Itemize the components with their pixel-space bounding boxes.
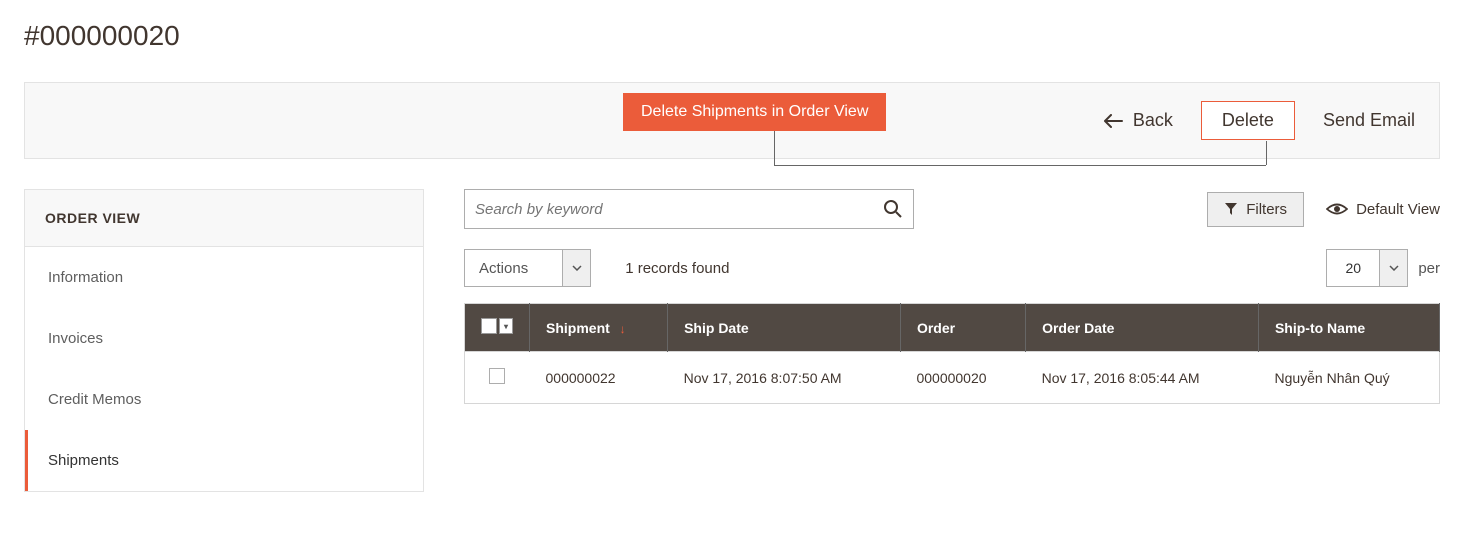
- row-checkbox-cell[interactable]: [465, 352, 530, 404]
- content: Filters Default View Actions: [464, 189, 1440, 492]
- cell-shipment: 000000022: [530, 352, 668, 404]
- funnel-icon: [1224, 202, 1238, 216]
- header-shipment-label: Shipment: [546, 320, 610, 336]
- back-button[interactable]: Back: [1103, 110, 1173, 131]
- sidebar-item-credit-memos[interactable]: Credit Memos: [25, 369, 423, 430]
- delete-button[interactable]: Delete: [1201, 101, 1295, 140]
- arrow-left-icon: [1103, 114, 1123, 128]
- sidebar-title: ORDER VIEW: [25, 190, 423, 247]
- caret-down-icon[interactable]: [1379, 250, 1407, 286]
- table-header-row: ▾ Shipment ↓ Ship Date Order Order Date …: [465, 304, 1440, 352]
- table-row[interactable]: 000000022 Nov 17, 2016 8:07:50 AM 000000…: [465, 352, 1440, 404]
- header-order[interactable]: Order: [900, 304, 1025, 352]
- annotation-badge: Delete Shipments in Order View: [623, 93, 886, 131]
- action-bar: Delete Shipments in Order View Back Dele…: [24, 82, 1440, 159]
- annotation-connector: [774, 131, 775, 165]
- page-size-value: 20: [1327, 250, 1379, 286]
- sidebar-item-information[interactable]: Information: [25, 247, 423, 308]
- actions-label: Actions: [465, 260, 562, 277]
- header-order-date[interactable]: Order Date: [1026, 304, 1259, 352]
- annotation-connector: [1266, 141, 1267, 165]
- page-size-select[interactable]: 20: [1326, 249, 1408, 287]
- sidebar-item-invoices[interactable]: Invoices: [25, 308, 423, 369]
- header-ship-date[interactable]: Ship Date: [668, 304, 901, 352]
- records-found: 1 records found: [625, 260, 729, 277]
- actions-dropdown[interactable]: Actions: [464, 249, 591, 287]
- page-title: #000000020: [24, 20, 1440, 52]
- sidebar-item-shipments[interactable]: Shipments: [25, 430, 423, 491]
- cell-order-date: Nov 17, 2016 8:05:44 AM: [1026, 352, 1259, 404]
- checkbox-icon[interactable]: [489, 368, 505, 384]
- default-view-label: Default View: [1356, 201, 1440, 218]
- default-view-button[interactable]: Default View: [1326, 201, 1440, 218]
- caret-down-icon[interactable]: ▾: [499, 318, 513, 334]
- header-shipment[interactable]: Shipment ↓: [530, 304, 668, 352]
- cell-ship-to-name: Nguyễn Nhân Quý: [1258, 352, 1439, 404]
- search-icon[interactable]: [883, 199, 903, 219]
- annotation-connector: [774, 165, 1266, 166]
- cell-ship-date: Nov 17, 2016 8:07:50 AM: [668, 352, 901, 404]
- eye-icon: [1326, 202, 1348, 216]
- header-ship-to-name[interactable]: Ship-to Name: [1258, 304, 1439, 352]
- per-label: per: [1418, 260, 1440, 277]
- sort-arrow-icon: ↓: [620, 322, 626, 336]
- back-label: Back: [1133, 110, 1173, 131]
- search-box[interactable]: [464, 189, 914, 229]
- filters-button[interactable]: Filters: [1207, 192, 1304, 227]
- filters-label: Filters: [1246, 201, 1287, 218]
- checkbox-icon[interactable]: [481, 318, 497, 334]
- caret-down-icon[interactable]: [562, 250, 590, 286]
- shipments-table: ▾ Shipment ↓ Ship Date Order Order Date …: [464, 303, 1440, 404]
- cell-order: 000000020: [900, 352, 1025, 404]
- sidebar: ORDER VIEW Information Invoices Credit M…: [24, 189, 424, 492]
- send-email-button[interactable]: Send Email: [1323, 110, 1415, 131]
- search-input[interactable]: [475, 201, 883, 218]
- header-checkbox[interactable]: ▾: [465, 304, 530, 352]
